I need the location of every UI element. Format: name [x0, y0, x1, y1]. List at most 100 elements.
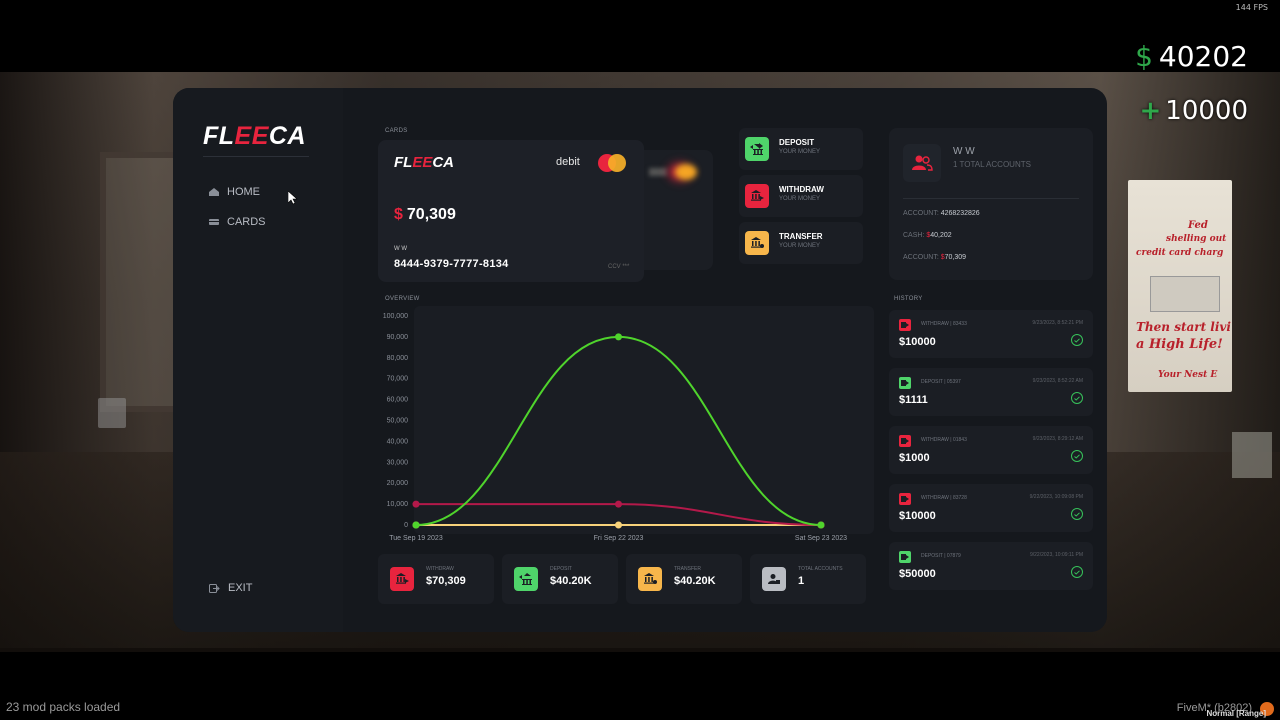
bank-deposit-icon	[745, 137, 769, 161]
bank-withdraw-icon	[390, 567, 414, 591]
action-title: DEPOSIT	[779, 138, 815, 147]
bank-transfer-icon	[638, 567, 662, 591]
y-tick-label: 80,000	[387, 355, 409, 362]
y-tick-label: 70,000	[387, 376, 409, 383]
card-icon	[209, 219, 219, 225]
poster-card-image	[1150, 276, 1220, 312]
poster-text: credit card charg	[1136, 248, 1224, 258]
history-amount: $50000	[899, 568, 936, 580]
data-point[interactable]	[615, 500, 622, 508]
stat-value: $40.20K	[674, 575, 716, 587]
card-logo: FLEECA	[394, 154, 455, 171]
check-icon	[1071, 334, 1083, 346]
card-type: debit	[556, 156, 580, 168]
stat-value: $40.20K	[550, 575, 592, 587]
y-tick-label: 50,000	[387, 418, 409, 425]
action-title: WITHDRAW	[779, 185, 824, 194]
card-cvv: CCV ***	[608, 264, 630, 270]
y-tick-label: 30,000	[387, 459, 409, 466]
history-item[interactable]: DEPOSIT | 07879 9/22/2023, 10:09:11 PM $50…	[889, 542, 1093, 590]
exit-label: EXIT	[228, 582, 253, 594]
stat-label: DEPOSIT	[550, 566, 572, 572]
check-icon	[1071, 450, 1083, 462]
secondary-card-chip-blur	[675, 164, 697, 180]
stat-withdraw: WITHDRAW $70,309	[378, 554, 494, 604]
stat-deposit: DEPOSIT $40.20K	[502, 554, 618, 604]
x-tick-label: Sat Sep 23 2023	[795, 535, 847, 542]
data-point[interactable]	[615, 521, 622, 529]
history-item[interactable]: WITHDRAW | 83728 9/22/2023, 10:09:08 PM $1…	[889, 484, 1093, 532]
mastercard-icon	[598, 154, 626, 172]
data-point[interactable]	[615, 333, 622, 341]
stat-label: WITHDRAW	[426, 566, 454, 572]
history-amount: $1111	[899, 394, 928, 406]
stat-label: TRANSFER	[674, 566, 701, 572]
history-amount: $1000	[899, 452, 930, 464]
account-divider	[903, 198, 1079, 199]
history-date: 9/23/2023, 8:29:12 AM	[1032, 436, 1083, 442]
history-label: WITHDRAW | 01843	[921, 437, 967, 443]
withdraw-icon	[899, 435, 911, 447]
stat-total-accounts: TOTAL ACCOUNTS 1	[750, 554, 866, 604]
account-number-row: ACCOUNT: 4268232826	[903, 210, 980, 217]
history-item[interactable]: WITHDRAW | 83433 9/23/2023, 8:52:21 PM $10…	[889, 310, 1093, 358]
data-point[interactable]	[412, 500, 420, 508]
card-balance: $70,309	[394, 206, 456, 223]
y-tick-label: 90,000	[387, 334, 409, 341]
hud-bank-plus: +	[1139, 96, 1162, 126]
poster-text: Fed	[1188, 220, 1208, 231]
fleeca-logo: FLEECA	[203, 122, 307, 150]
history-item[interactable]: WITHDRAW | 01843 9/23/2023, 8:29:12 AM $10…	[889, 426, 1093, 474]
history-item[interactable]: DEPOSIT | 05397 9/23/2023, 8:52:22 AM $111…	[889, 368, 1093, 416]
history-label: DEPOSIT | 07879	[921, 553, 961, 559]
withdraw-icon	[899, 493, 911, 505]
poster-text: a High Life!	[1136, 337, 1223, 352]
deposit-button[interactable]: DEPOSIT YOUR MONEY	[739, 128, 863, 170]
background-sign	[98, 398, 126, 428]
poster-text: Your Nest E	[1158, 370, 1218, 380]
hud-cash: $40202	[1135, 40, 1248, 73]
exit-button[interactable]: EXIT	[209, 582, 252, 594]
y-tick-label: 20,000	[387, 480, 409, 487]
bank-transfer-icon	[745, 231, 769, 255]
history-section-label: HISTORY	[894, 296, 923, 302]
transfer-button[interactable]: TRANSFER YOUR MONEY	[739, 222, 863, 264]
debit-card[interactable]: FLEECA debit $70,309 W W 8444-9379-7777-…	[378, 140, 644, 282]
poster-text: Then start livi	[1136, 320, 1231, 334]
y-tick-label: 60,000	[387, 397, 409, 404]
voice-mode-indicator: Normal [Range]	[1206, 709, 1266, 718]
stat-label: TOTAL ACCOUNTS	[798, 566, 843, 572]
data-point[interactable]	[412, 521, 420, 529]
secondary-card-blur	[649, 168, 667, 176]
hud-cash-symbol: $	[1135, 40, 1153, 73]
x-tick-label: Tue Sep 19 2023	[389, 535, 443, 542]
bank-deposit-icon	[514, 567, 538, 591]
y-tick-label: 10,000	[387, 501, 409, 508]
history-amount: $10000	[899, 336, 936, 348]
overview-section-label: OVERVIEW	[385, 296, 420, 302]
sidebar-item-cards[interactable]: CARDS	[209, 216, 266, 228]
logo-divider	[203, 156, 309, 157]
check-icon	[1071, 392, 1083, 404]
total-accounts-label: 1 TOTAL ACCOUNTS	[953, 160, 1031, 169]
withdraw-button[interactable]: WITHDRAW YOUR MONEY	[739, 175, 863, 217]
account-cash-row: CASH: $40,202	[903, 232, 952, 239]
history-label: WITHDRAW | 83433	[921, 321, 967, 327]
stat-value: $70,309	[426, 575, 466, 587]
mouse-cursor-icon	[288, 191, 298, 205]
chart-svg: 100,000 90,000 80,000 70,000 60,000 50,000 40,…	[383, 313, 847, 542]
y-tick-label: 100,000	[383, 313, 408, 320]
history-label: DEPOSIT | 05397	[921, 379, 961, 385]
x-tick-label: Fri Sep 22 2023	[594, 535, 644, 542]
background-poster: Fed shelling out credit card charg Then …	[1128, 180, 1232, 392]
history-label: WITHDRAW | 83728	[921, 495, 967, 501]
background-sign	[1232, 432, 1272, 478]
stat-transfer: TRANSFER $40.20K	[626, 554, 742, 604]
sidebar-item-home[interactable]: HOME	[209, 186, 260, 198]
data-point[interactable]	[817, 521, 825, 529]
action-subtitle: YOUR MONEY	[779, 243, 821, 249]
hud-bank-value: 10000	[1165, 96, 1248, 126]
sidebar-item-label: CARDS	[227, 216, 266, 228]
history-date: 9/23/2023, 8:52:22 AM	[1032, 378, 1083, 384]
account-holder-name: W W	[953, 146, 975, 157]
